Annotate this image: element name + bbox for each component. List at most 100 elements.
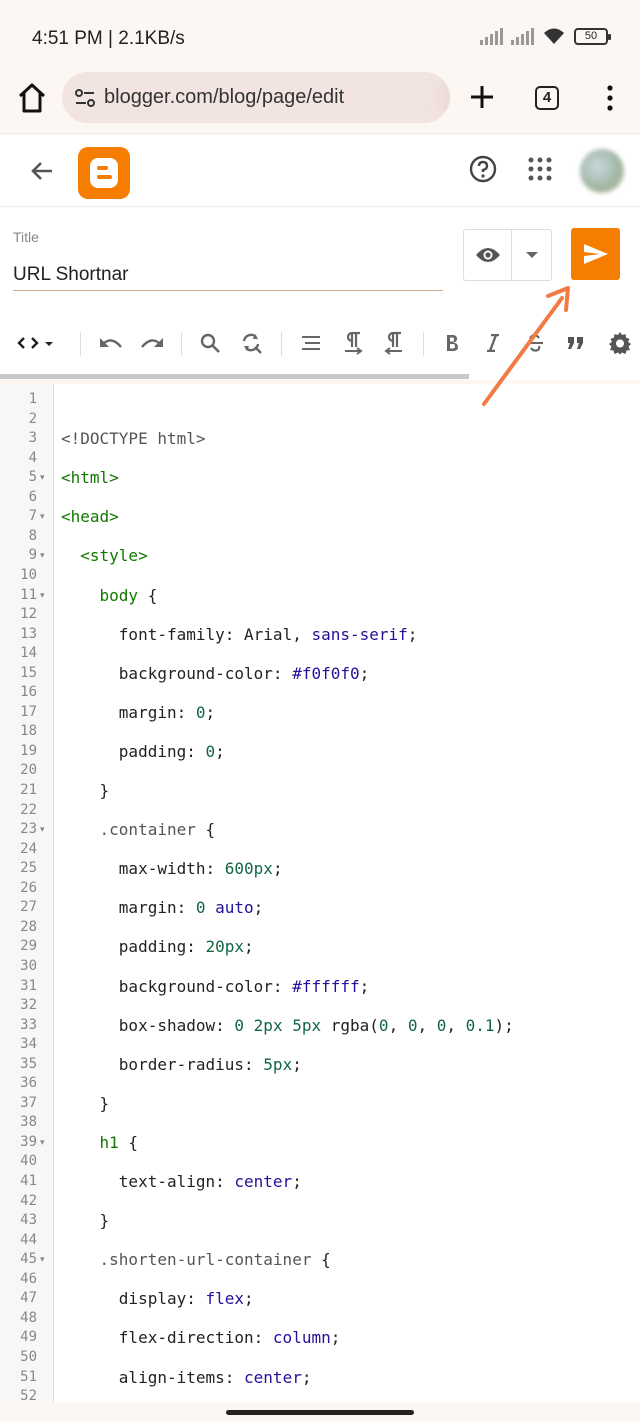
rtl-button[interactable]: [380, 328, 408, 358]
plus-icon[interactable]: [466, 81, 498, 113]
status-bar: 4:51 PM | 2.1KB/s 50: [0, 0, 640, 72]
code-line[interactable]: .shorten-url-container {: [61, 1250, 331, 1270]
undo-icon: [100, 338, 122, 348]
code-line[interactable]: background-color: #ffffff;: [61, 977, 369, 997]
fold-toggle-icon[interactable]: ▾: [40, 546, 45, 566]
fold-toggle-icon[interactable]: ▾: [40, 468, 45, 488]
code-line[interactable]: text-align: center;: [61, 1172, 302, 1192]
title-input[interactable]: [13, 260, 443, 291]
fold-toggle-icon[interactable]: ▾: [40, 820, 45, 840]
url-text[interactable]: blogger.com/blog/page/edit: [104, 86, 344, 109]
settings-icon: [609, 332, 631, 355]
back-arrow-icon[interactable]: [26, 155, 58, 187]
fold-toggle-icon[interactable]: ▾: [40, 1250, 45, 1270]
line-number: 40: [20, 1153, 37, 1170]
code-line[interactable]: <!DOCTYPE html>: [61, 429, 206, 449]
code-line[interactable]: margin: 0;: [61, 703, 215, 723]
line-number: 46: [20, 1270, 37, 1287]
quote-button[interactable]: [562, 328, 590, 358]
code-line[interactable]: border-radius: 5px;: [61, 1055, 302, 1075]
code-line[interactable]: max-width: 600px;: [61, 859, 283, 879]
line-number: 12: [20, 606, 37, 623]
site-info-icon[interactable]: [74, 87, 96, 109]
line-number: 30: [20, 957, 37, 974]
code-line[interactable]: box-shadow: 0 2px 5px rgba(0, 0, 0, 0.1)…: [61, 1016, 514, 1036]
toolbar-divider: [423, 332, 424, 356]
url-redacted: [427, 82, 450, 112]
line-number: 21: [20, 782, 37, 798]
code-line[interactable]: body {: [61, 586, 158, 606]
preview-button[interactable]: [464, 230, 513, 280]
line-number: 11: [20, 586, 37, 603]
publish-button[interactable]: [571, 228, 620, 280]
bold-button[interactable]: [438, 328, 466, 358]
line-number: 10: [20, 566, 37, 583]
code-line[interactable]: h1 {: [61, 1133, 139, 1153]
code-line[interactable]: background-color: #f0f0f0;: [61, 664, 369, 684]
format-align-icon: [302, 336, 320, 350]
code-line[interactable]: .container {: [61, 820, 216, 840]
title-label: Title: [13, 229, 39, 245]
ltr-button[interactable]: [339, 328, 367, 358]
line-number: 3: [28, 430, 37, 447]
eye-icon: [475, 248, 500, 262]
code-line[interactable]: margin: 0 auto;: [61, 898, 264, 918]
preview-dropdown[interactable]: [512, 230, 551, 280]
system-nav-bar: [0, 1402, 640, 1422]
redo-button[interactable]: [137, 328, 167, 358]
code-line[interactable]: padding: 20px;: [61, 937, 254, 957]
line-number: 13: [20, 625, 37, 642]
signal-2-icon: [511, 27, 534, 45]
signal-icon: [480, 27, 503, 45]
blogger-logo-icon[interactable]: [78, 147, 130, 199]
line-number: 27: [20, 899, 37, 916]
line-number: 14: [20, 645, 37, 662]
send-icon: [583, 244, 608, 264]
search-button[interactable]: [196, 328, 224, 358]
line-number: 4: [28, 449, 37, 466]
home-icon[interactable]: [14, 80, 50, 116]
line-number: 7: [28, 508, 37, 525]
code-line[interactable]: }: [61, 781, 110, 801]
quote-icon: [568, 337, 583, 349]
apps-icon[interactable]: [526, 155, 554, 183]
help-icon[interactable]: [467, 153, 499, 185]
code-editor[interactable]: 1 2 3 4 5 ▾ 6 7 ▾ 8 9 ▾ 10 11 ▾ 12 13 14 15 16 17 18 19 20 21 22 2…: [0, 384, 640, 1402]
undo-button[interactable]: [96, 328, 126, 358]
code-line[interactable]: display: flex;: [61, 1289, 254, 1309]
line-number: 38: [20, 1114, 37, 1131]
settings-button[interactable]: [605, 328, 635, 358]
code-line[interactable]: padding: 0;: [61, 742, 225, 762]
code-line[interactable]: }: [61, 1211, 110, 1231]
italic-button[interactable]: [479, 328, 507, 358]
status-icons: 50: [480, 26, 611, 46]
home-gesture-handle[interactable]: [226, 1410, 414, 1415]
find-replace-button[interactable]: [238, 328, 266, 358]
fold-toggle-icon[interactable]: ▾: [40, 586, 45, 606]
code-line[interactable]: <html>: [61, 468, 119, 488]
code-line[interactable]: }: [61, 1094, 110, 1114]
code-line[interactable]: <head>: [61, 507, 119, 527]
line-number: 47: [20, 1290, 37, 1307]
line-number: 1: [28, 391, 37, 407]
line-number: 19: [20, 742, 37, 759]
code-line[interactable]: align-items: center;: [61, 1368, 312, 1388]
code-line[interactable]: font-family: Arial, sans-serif;: [61, 625, 418, 645]
toolbar-scrollbar[interactable]: [0, 374, 469, 379]
address-bar[interactable]: blogger.com/blog/page/edit: [62, 72, 450, 123]
more-vert-icon[interactable]: [600, 84, 620, 112]
fold-toggle-icon[interactable]: ▾: [40, 1133, 45, 1153]
line-gutter: 1 2 3 4 5 ▾ 6 7 ▾ 8 9 ▾ 10 11 ▾ 12 13 14 15 16 17 18 19 20 21 22 2…: [0, 384, 54, 1402]
strikethrough-button[interactable]: [521, 328, 549, 358]
fold-toggle-icon[interactable]: ▾: [40, 507, 45, 527]
code-view-toggle[interactable]: [14, 328, 58, 358]
line-number: 25: [20, 860, 37, 877]
tabs-icon[interactable]: 4: [535, 86, 559, 110]
strikethrough-icon: [527, 334, 543, 352]
code-line[interactable]: <style>: [61, 546, 147, 566]
avatar[interactable]: [580, 149, 624, 193]
line-number: 2: [28, 410, 37, 427]
format-align-button[interactable]: [297, 328, 325, 358]
code-line[interactable]: flex-direction: column;: [61, 1328, 341, 1348]
line-number: 20: [20, 762, 37, 779]
